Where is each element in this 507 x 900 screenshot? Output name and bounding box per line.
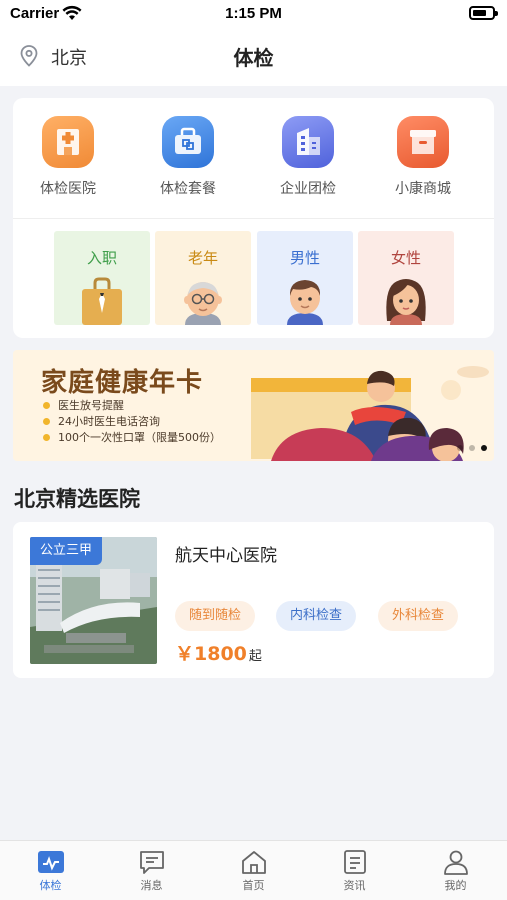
crowd-tag-row: 入职 老年 男性 女性 xyxy=(13,231,494,327)
category-package[interactable]: 体检套餐 xyxy=(133,116,243,206)
message-icon xyxy=(139,851,164,874)
bullet-dot xyxy=(43,434,50,441)
price-value: ￥1800 xyxy=(175,643,247,665)
battery-fill xyxy=(473,10,486,16)
bullet-dot xyxy=(43,402,50,409)
promo-banner[interactable]: 家庭健康年卡 医生放号提醒 24小时医生电话咨询 100个一次性口罩（限量500… xyxy=(13,350,494,461)
tab-home[interactable]: 首页 xyxy=(203,849,304,897)
hospital-level-badge: 公立三甲 xyxy=(30,537,103,565)
tab-label: 资讯 xyxy=(343,879,366,892)
price-row: ￥1800 起 xyxy=(175,639,262,665)
price-suffix: 起 xyxy=(248,649,262,664)
female-icon xyxy=(386,279,426,325)
briefcase-icon xyxy=(82,277,122,325)
status-time: 1:15 PM xyxy=(225,5,282,22)
tag-label: 入职 xyxy=(86,249,117,267)
male-icon xyxy=(287,280,323,325)
profile-icon xyxy=(443,850,468,875)
category-grid: 体检医院 体检套餐 企业团检 小康商城 xyxy=(13,116,494,206)
tab-label: 体检 xyxy=(39,879,62,892)
tab-label: 消息 xyxy=(140,879,163,892)
tab-profile[interactable]: 我的 xyxy=(405,849,506,897)
banner-title: 家庭健康年卡 xyxy=(41,368,204,398)
pagination-dot[interactable] xyxy=(469,445,475,451)
tab-news[interactable]: 资讯 xyxy=(304,849,405,897)
category-mall[interactable]: 小康商城 xyxy=(368,116,478,206)
banner-benefit-text: 100个一次性口罩（限量500份） xyxy=(58,431,221,444)
tab-label: 首页 xyxy=(242,879,265,892)
tag-male[interactable]: 男性 xyxy=(257,231,353,325)
category-label: 体检套餐 xyxy=(160,181,216,197)
banner-benefit-item: 24小时医生电话咨询 xyxy=(43,414,221,430)
banner-pagination xyxy=(457,445,487,451)
checkup-icon xyxy=(37,851,64,873)
section-title: 北京精选医院 xyxy=(14,487,140,511)
tag-female[interactable]: 女性 xyxy=(358,231,454,325)
hospital-name: 航天中心医院 xyxy=(175,546,277,566)
tag-label: 男性 xyxy=(289,249,320,267)
mall-icon xyxy=(397,116,449,168)
category-hospital[interactable]: 体检医院 xyxy=(13,116,123,206)
hospital-tag: 随到随检 xyxy=(175,601,256,631)
tab-label: 我的 xyxy=(444,879,467,892)
bullet-dot xyxy=(43,418,50,425)
category-label: 体检医院 xyxy=(40,181,96,197)
hospital-icon xyxy=(42,116,94,168)
hospital-tag: 外科检查 xyxy=(378,601,459,631)
banner-benefit-item: 医生放号提醒 xyxy=(43,398,221,414)
tag-label: 女性 xyxy=(390,249,421,267)
divider xyxy=(13,218,494,219)
elderly-man-icon xyxy=(184,282,222,325)
pagination-dot-active[interactable] xyxy=(481,445,487,451)
enterprise-icon xyxy=(282,116,334,168)
battery-icon xyxy=(469,6,498,20)
page-title: 体检 xyxy=(233,46,274,70)
banner-benefit-text: 医生放号提醒 xyxy=(58,399,124,412)
hospital-tag: 内科检查 xyxy=(276,601,357,631)
hospital-card[interactable]: 公立三甲 航天中心医院 随到随检 内科检查 外科检查 ￥1800 起 xyxy=(13,522,494,678)
tab-checkup[interactable]: 体检 xyxy=(0,849,101,897)
category-enterprise[interactable]: 企业团检 xyxy=(253,116,363,206)
tag-elderly[interactable]: 老年 xyxy=(155,231,251,325)
hospital-photo: 公立三甲 xyxy=(30,537,157,664)
category-label: 小康商城 xyxy=(395,181,451,197)
news-icon xyxy=(343,850,366,874)
status-bar: Carrier 1:15 PM xyxy=(0,0,507,28)
banner-benefits-list: 医生放号提醒 24小时医生电话咨询 100个一次性口罩（限量500份） xyxy=(43,398,221,446)
pagination-dot[interactable] xyxy=(457,445,463,451)
tab-messages[interactable]: 消息 xyxy=(101,849,202,897)
category-label: 企业团检 xyxy=(280,181,336,197)
tag-label: 老年 xyxy=(187,249,218,267)
home-icon xyxy=(241,851,266,874)
package-icon xyxy=(162,116,214,168)
tab-bar: 体检 消息 首页 资讯 我的 xyxy=(0,840,507,900)
banner-benefit-text: 24小时医生电话咨询 xyxy=(58,415,160,428)
tag-onboarding[interactable]: 入职 xyxy=(54,231,150,325)
nav-bar: 北京 体检 xyxy=(0,28,507,86)
category-card: 体检医院 体检套餐 企业团检 小康商城 入职 老年 男性 女性 xyxy=(13,98,494,338)
banner-benefit-item: 100个一次性口罩（限量500份） xyxy=(43,430,221,446)
